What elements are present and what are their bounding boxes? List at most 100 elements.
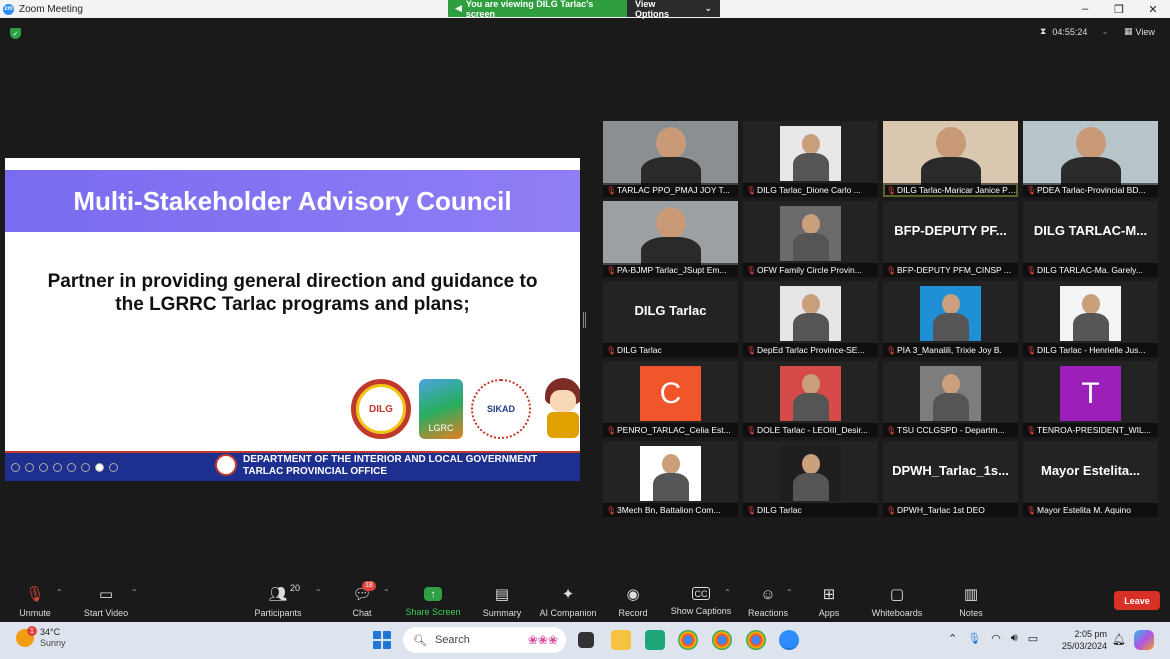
muted-mic-icon: 🎙︎ xyxy=(886,185,897,195)
system-tray[interactable]: ⌃ 🎙︎ ◠ 🔊︎ ▭ xyxy=(948,632,1038,645)
participant-name: DILG TARLAC-Ma. Garely... xyxy=(1037,265,1143,275)
participant-tile[interactable]: 🎙︎ OFW Family Circle Provin... xyxy=(743,201,878,277)
split-view-handle[interactable] xyxy=(583,312,586,328)
chat-caret[interactable]: ⌃ xyxy=(383,588,390,597)
file-explorer-icon[interactable] xyxy=(611,630,631,650)
weather-condition: Sunny xyxy=(40,638,66,648)
view-options-button[interactable]: View Options ⌄ xyxy=(627,0,720,19)
grid-icon: ▦ xyxy=(1124,26,1133,36)
participant-name: Mayor Estelita M. Aquino xyxy=(1037,505,1132,515)
chat-button[interactable]: 💬︎ 18 Chat xyxy=(348,578,376,622)
video-options-caret[interactable]: ⌃ xyxy=(131,588,138,597)
summary-button[interactable]: ▤ Summary xyxy=(480,578,524,622)
show-captions-button[interactable]: CC Show Captions xyxy=(668,578,734,622)
participant-tile[interactable]: 🎙︎ PIA 3_Manalili, Trixie Joy B. xyxy=(883,281,1018,357)
captions-icon: CC xyxy=(692,587,710,600)
participant-tile[interactable]: 🎙︎ DOLE Tarlac - LEOIII_Desir... xyxy=(743,361,878,437)
leave-button[interactable]: Leave xyxy=(1114,591,1160,610)
participant-tile[interactable]: DPWH_Tarlac_1s... 🎙︎ DPWH_Tarlac 1st DEO xyxy=(883,441,1018,517)
muted-mic-icon: 🎙︎ xyxy=(746,265,757,275)
audio-options-caret[interactable]: ⌃ xyxy=(56,588,63,597)
unmute-button[interactable]: 🎙︎ Unmute xyxy=(16,578,54,622)
muted-mic-icon: 🎙︎ xyxy=(886,345,897,355)
participant-label: 🎙︎ PIA 3_Manalili, Trixie Joy B. xyxy=(883,343,1018,357)
weather-temp: 34°C xyxy=(40,627,61,637)
participants-label: Participants xyxy=(254,608,302,618)
participant-tile[interactable]: Mayor Estelita... 🎙︎ Mayor Estelita M. Aqu… xyxy=(1023,441,1158,517)
participant-name: DPWH_Tarlac 1st DEO xyxy=(897,505,985,515)
close-icon[interactable]: ✕ xyxy=(1136,0,1170,18)
apps-icon: ⊞ xyxy=(822,586,836,603)
participants-count: 20 xyxy=(290,583,301,593)
minimize-icon[interactable]: – xyxy=(1068,0,1102,18)
participant-tile[interactable]: DILG Tarlac 🎙︎ DILG Tarlac xyxy=(603,281,738,357)
whiteboards-button[interactable]: ▢ Whiteboards xyxy=(868,578,926,622)
chevron-down-icon: ⌄ xyxy=(704,3,712,13)
participant-tile[interactable]: T 🎙︎ TENROA-PRESIDENT_WIL... xyxy=(1023,361,1158,437)
participant-tile[interactable]: 🎙︎ PA-BJMP Tarlac_JSupt Em... xyxy=(603,201,738,277)
record-button[interactable]: ◉ Record xyxy=(617,578,649,622)
wifi-icon[interactable]: ◠ xyxy=(991,632,1001,645)
notification-bell-icon[interactable]: 🔔︎ xyxy=(1112,633,1126,646)
battery-icon[interactable]: ▭ xyxy=(1028,632,1038,645)
participant-label: 🎙︎ DepEd Tarlac Province-SE... xyxy=(743,343,878,357)
zoom-taskbar-icon[interactable] xyxy=(779,630,799,650)
slide-tools[interactable] xyxy=(11,463,118,472)
participant-label: 🎙︎ DILG Tarlac_Dione Carlo ... xyxy=(743,183,878,197)
chevron-up-icon[interactable]: ⌃ xyxy=(948,632,957,645)
participant-tile[interactable]: 🎙︎ TARLAC PPO_PMAJ JOY T... xyxy=(603,121,738,197)
dilg-seal-icon xyxy=(215,454,237,476)
task-view-icon[interactable] xyxy=(578,632,594,648)
windows-start-icon[interactable] xyxy=(373,631,391,649)
participant-tile[interactable]: 🎙︎ TSU CCLGSPD - Departm... xyxy=(883,361,1018,437)
maximize-icon[interactable]: ❐ xyxy=(1102,0,1136,18)
participant-tile[interactable]: 🎙︎ PDEA Tarlac-Provincial BD... xyxy=(1023,121,1158,197)
participant-label: 🎙︎ OFW Family Circle Provin... xyxy=(743,263,878,277)
sun-icon: 1 xyxy=(16,626,37,647)
participants-button[interactable]: 👥︎ 20 Participants xyxy=(252,578,304,622)
participant-label: 🎙︎ DOLE Tarlac - LEOIII_Desir... xyxy=(743,423,878,437)
volume-icon[interactable]: 🔊︎ xyxy=(1011,632,1018,645)
reactions-caret[interactable]: ⌃ xyxy=(786,588,793,597)
chrome-icon[interactable] xyxy=(678,630,698,650)
whiteboard-icon: ▢ xyxy=(889,586,905,603)
taskbar-clock[interactable]: 2:05 pm 25/03/2024 xyxy=(1061,628,1107,652)
app-icon[interactable] xyxy=(645,630,665,650)
reactions-button[interactable]: ☺ Reactions xyxy=(746,578,790,622)
participant-name: BFP-DEPUTY PFM_CINSP ... xyxy=(897,265,1011,275)
participant-tile[interactable]: DILG TARLAC-M... 🎙︎ DILG TARLAC-Ma. Garely… xyxy=(1023,201,1158,277)
apps-label: Apps xyxy=(818,608,840,618)
microphone-icon[interactable]: 🎙︎ xyxy=(967,632,981,645)
participant-name-display: DILG Tarlac xyxy=(634,303,707,318)
apps-button[interactable]: ⊞ Apps xyxy=(816,578,842,622)
tulips-icon: ❀❀❀ xyxy=(527,633,558,647)
participant-tile[interactable]: 🎙︎ DepEd Tarlac Province-SE... xyxy=(743,281,878,357)
window-controls: – ❐ ✕ xyxy=(1068,0,1170,18)
captions-caret[interactable]: ⌃ xyxy=(724,588,731,597)
view-button[interactable]: ▦ View xyxy=(1124,26,1155,37)
notes-button[interactable]: ▥ Notes xyxy=(957,578,985,622)
participant-tile[interactable]: BFP-DEPUTY PF... 🎙︎ BFP-DEPUTY PFM_CINSP .… xyxy=(883,201,1018,277)
participant-tile[interactable]: 🎙︎ 3Mech Bn, Battalion Com... xyxy=(603,441,738,517)
slide-footer: DEPARTMENT OF THE INTERIOR AND LOCAL GOV… xyxy=(5,451,580,481)
chrome-profile-icon[interactable] xyxy=(712,630,732,650)
participant-label: 🎙︎ TARLAC PPO_PMAJ JOY T... xyxy=(603,183,738,197)
encryption-shield-icon[interactable]: ✓ xyxy=(10,28,21,39)
muted-mic-icon: 🎙︎ xyxy=(886,425,897,435)
participant-tile[interactable]: 🎙︎ DILG Tarlac - Henrielle Jus... xyxy=(1023,281,1158,357)
participant-tile[interactable]: 🎙︎ DILG Tarlac-Maricar Janice Pe... xyxy=(883,121,1018,197)
participants-caret[interactable]: ⌃ xyxy=(315,588,322,597)
participant-initial: T xyxy=(1060,366,1121,421)
weather-widget[interactable]: 1 34°C Sunny xyxy=(16,626,66,649)
participant-tile[interactable]: 🎙︎ DILG Tarlac xyxy=(743,441,878,517)
chrome-profile-2-icon[interactable] xyxy=(746,630,766,650)
participant-tile[interactable]: C 🎙︎ PENRO_TARLAC_Celia Est... xyxy=(603,361,738,437)
smiley-icon: ☺ xyxy=(760,585,776,603)
participant-tile[interactable]: 🎙︎ DILG Tarlac_Dione Carlo ... xyxy=(743,121,878,197)
meeting-timer[interactable]: ⧗ 04:55:24 ⌄ xyxy=(1040,26,1109,37)
copilot-icon[interactable] xyxy=(1134,630,1154,650)
ai-companion-button[interactable]: ✦ AI Companion xyxy=(537,578,599,622)
taskbar-search[interactable]: 🔍︎ Search ❀❀❀ xyxy=(403,627,566,653)
start-video-button[interactable]: ▭ Start Video xyxy=(80,578,132,622)
share-screen-button[interactable]: ↑ Share Screen xyxy=(404,578,462,622)
